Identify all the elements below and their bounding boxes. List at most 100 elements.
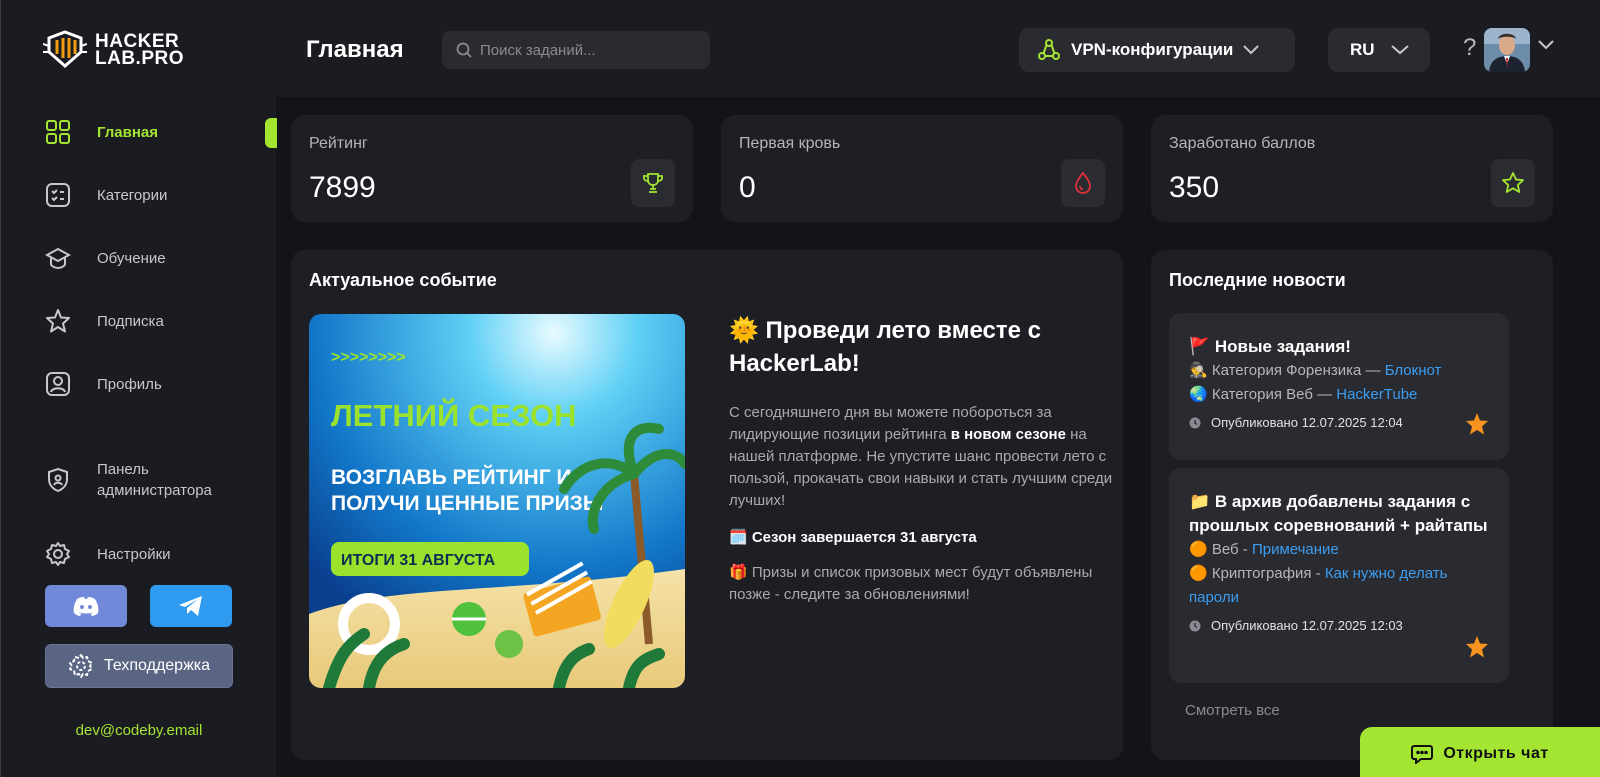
- banner-line1: ВОЗГЛАВЬ РЕЙТИНГ И: [331, 465, 572, 489]
- news-link[interactable]: Примечание: [1252, 541, 1339, 558]
- sidebar-item-admin-panel[interactable]: Панель администратора: [45, 459, 255, 501]
- shield-icon: [48, 467, 68, 493]
- avatar[interactable]: [1484, 28, 1530, 72]
- chevron-down-icon: [1390, 45, 1409, 55]
- chat-icon: [1411, 745, 1434, 764]
- banner-line2: ПОЛУЧИ ЦЕННЫЕ ПРИЗЫ: [331, 492, 603, 515]
- user-email: dev@codeby.email: [75, 722, 203, 739]
- news-link[interactable]: HackerTube: [1336, 386, 1417, 403]
- language-dropdown[interactable]: RU: [1328, 28, 1430, 72]
- discord-icon: [73, 597, 99, 616]
- telegram-icon: [179, 596, 202, 616]
- top-bar: Главная VPN-конфигурации RU ?: [276, 0, 1600, 97]
- support-label: Техподдержка: [103, 657, 211, 674]
- graduation-cap-icon: [45, 247, 71, 270]
- search-box[interactable]: [442, 31, 710, 69]
- logo[interactable]: HACKER LAB.PRO: [43, 30, 184, 70]
- drop-icon: [1075, 171, 1091, 194]
- sidebar-item-label: Главная: [97, 123, 159, 141]
- stat-value: 350: [1169, 171, 1220, 204]
- news-line: 🕵️ Категория Форензика — Блокнот: [1189, 359, 1489, 383]
- news-line: 🌏 Категория Веб — HackerTube: [1189, 383, 1489, 407]
- sidebar-item-label: Подписка: [97, 312, 164, 330]
- sidebar-item-profile[interactable]: Профиль: [45, 371, 162, 397]
- stat-value: 7899: [309, 171, 376, 204]
- stat-icon-box: [631, 159, 675, 207]
- logo-icon: [43, 30, 87, 68]
- trophy-icon: [643, 173, 663, 193]
- grid-icon: [46, 120, 70, 144]
- news-line: 🟠 Криптография - Как нужно делать пароли: [1189, 562, 1489, 610]
- event-section-title: Актуальное событие: [309, 270, 497, 290]
- news-link[interactable]: Блокнот: [1385, 362, 1442, 379]
- sidebar-item-learning[interactable]: Обучение: [45, 245, 166, 271]
- favorite-star-icon[interactable]: [1465, 635, 1489, 659]
- language-label: RU: [1350, 40, 1375, 59]
- event-desc-bold: в новом сезоне: [950, 426, 1066, 443]
- clock-icon: [1189, 417, 1201, 428]
- sidebar-item-label: Панель администратора: [97, 461, 212, 499]
- event-season-end: 🗓️ Сезон завершается 31 августа: [729, 529, 977, 546]
- stat-label: Первая кровь: [739, 135, 841, 152]
- search-icon: [456, 42, 472, 58]
- sidebar-item-label: Настройки: [97, 545, 171, 563]
- sidebar-item-settings[interactable]: Настройки: [45, 541, 171, 567]
- banner-arrows: >>>>>>>>: [331, 349, 406, 366]
- sidebar-item-label: Профиль: [97, 375, 162, 393]
- news-line: 🟠 Веб - Примечание: [1189, 538, 1489, 562]
- sidebar-item-categories[interactable]: Категории: [45, 182, 167, 208]
- event-banner[interactable]: >>>>>>>> ЛЕТНИЙ СЕЗОН ВОЗГЛАВЬ РЕЙТИНГ И…: [309, 314, 685, 688]
- event-title: 🌞 Проведи лето вместе с HackerLab!: [729, 317, 1041, 377]
- active-nav-indicator: [265, 118, 277, 148]
- event-banner-illustration: >>>>>>>> ЛЕТНИЙ СЕЗОН ВОЗГЛАВЬ РЕЙТИНГ И…: [309, 314, 685, 688]
- news-line-prefix: 🟠 Криптография -: [1189, 565, 1325, 582]
- logo-line2: LAB.PRO: [95, 48, 184, 69]
- sidebar-item-label: Категории: [97, 186, 168, 204]
- search-input[interactable]: [480, 41, 700, 59]
- event-card: Актуальное событие >>>>>>>> ЛЕТНИЙ СЕЗОН…: [291, 250, 1123, 760]
- list-icon: [46, 183, 70, 207]
- news-title: 🚩 Новые задания!: [1189, 337, 1351, 356]
- page-title: Главная: [306, 36, 404, 63]
- support-button[interactable]: Техподдержка: [45, 644, 233, 688]
- news-section-title: Последние новости: [1169, 270, 1346, 290]
- stat-card-points: Заработано баллов 350: [1151, 115, 1553, 222]
- event-text: 🌞 Проведи лето вместе с HackerLab! С сег…: [729, 314, 1121, 606]
- chevron-down-icon: [1243, 45, 1260, 55]
- help-button[interactable]: ?: [1463, 34, 1476, 62]
- news-card: Последние новости 🚩 Новые задания! 🕵️ Ка…: [1151, 250, 1553, 760]
- news-line-prefix: 🟠 Веб -: [1189, 541, 1252, 558]
- avatar-chevron-down-icon[interactable]: [1538, 40, 1554, 50]
- stat-value: 0: [739, 171, 756, 204]
- star-icon: [46, 309, 70, 333]
- news-item[interactable]: 🚩 Новые задания! 🕵️ Категория Форензика …: [1169, 313, 1509, 460]
- news-item[interactable]: 📁 В архив добавлены задания с прошлых со…: [1169, 468, 1509, 683]
- news-title: 📁 В архив добавлены задания с прошлых со…: [1189, 492, 1488, 535]
- sidebar-item-subscription[interactable]: Подписка: [45, 308, 164, 334]
- support-gear-icon: [68, 654, 93, 678]
- open-chat-label: Открыть чат: [1443, 745, 1549, 762]
- gear-icon: [46, 542, 70, 566]
- event-description: С сегодняшнего дня вы можете побороться …: [729, 402, 1121, 512]
- stat-label: Заработано баллов: [1169, 135, 1316, 152]
- telegram-button[interactable]: [150, 585, 232, 627]
- open-chat-button[interactable]: Открыть чат: [1360, 727, 1600, 777]
- network-icon: [1038, 39, 1060, 60]
- banner-headline: ЛЕТНИЙ СЕЗОН: [331, 397, 577, 433]
- vpn-config-dropdown[interactable]: VPN-конфигурации: [1019, 28, 1295, 72]
- stat-card-rating: Рейтинг 7899: [291, 115, 693, 222]
- see-all-news-link[interactable]: Смотреть все: [1185, 702, 1280, 719]
- sidebar-item-home[interactable]: Главная: [45, 119, 158, 145]
- avatar-image: [1484, 28, 1530, 72]
- news-date: Опубликовано 12.07.2025 12:04: [1189, 415, 1489, 430]
- favorite-star-icon[interactable]: [1465, 412, 1489, 436]
- news-date-text: Опубликовано 12.07.2025 12:04: [1211, 415, 1403, 430]
- stat-label: Рейтинг: [309, 135, 368, 152]
- banner-badge: ИТОГИ 31 АВГУСТА: [341, 552, 496, 569]
- sidebar: HACKER LAB.PRO Главная Категории Обучени…: [0, 0, 277, 777]
- sidebar-item-label: Обучение: [97, 249, 166, 267]
- user-icon: [46, 372, 70, 396]
- star-icon: [1502, 172, 1524, 193]
- discord-button[interactable]: [45, 585, 127, 627]
- event-prizes: 🎁 Призы и список призовых мест будут объ…: [729, 564, 1093, 603]
